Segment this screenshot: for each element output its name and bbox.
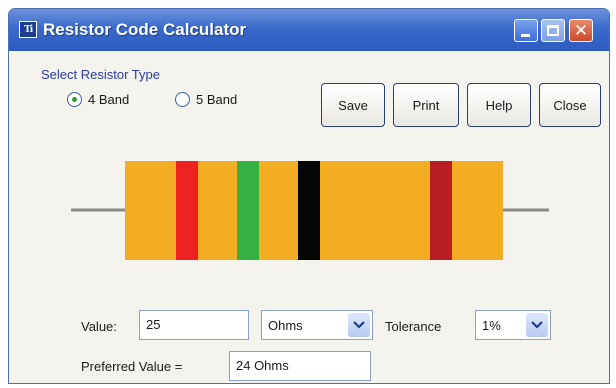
- units-select[interactable]: Ohms: [261, 310, 373, 340]
- tolerance-select[interactable]: 1%: [475, 310, 551, 340]
- color-band-2: [237, 161, 259, 260]
- tolerance-selected-value: 1%: [482, 318, 501, 333]
- resistor-calculator-window: Ti Resistor Code Calculator ✕ Select Res…: [8, 8, 610, 384]
- tolerance-band: [430, 161, 452, 260]
- resistor-diagram: [71, 161, 549, 260]
- preferred-value-label: Preferred Value =: [81, 359, 183, 374]
- tolerance-label: Tolerance: [385, 319, 442, 334]
- preferred-value-field: 24 Ohms: [229, 351, 371, 381]
- value-label: Value:: [81, 319, 117, 334]
- units-dropdown-button[interactable]: [348, 313, 370, 337]
- units-selected-value: Ohms: [268, 318, 303, 333]
- chevron-down-icon: [353, 321, 365, 329]
- tolerance-dropdown-button[interactable]: [526, 313, 548, 337]
- color-band-1: [176, 161, 198, 260]
- value-input[interactable]: 25: [139, 310, 249, 340]
- color-band-3: [298, 161, 320, 260]
- chevron-down-icon: [531, 321, 543, 329]
